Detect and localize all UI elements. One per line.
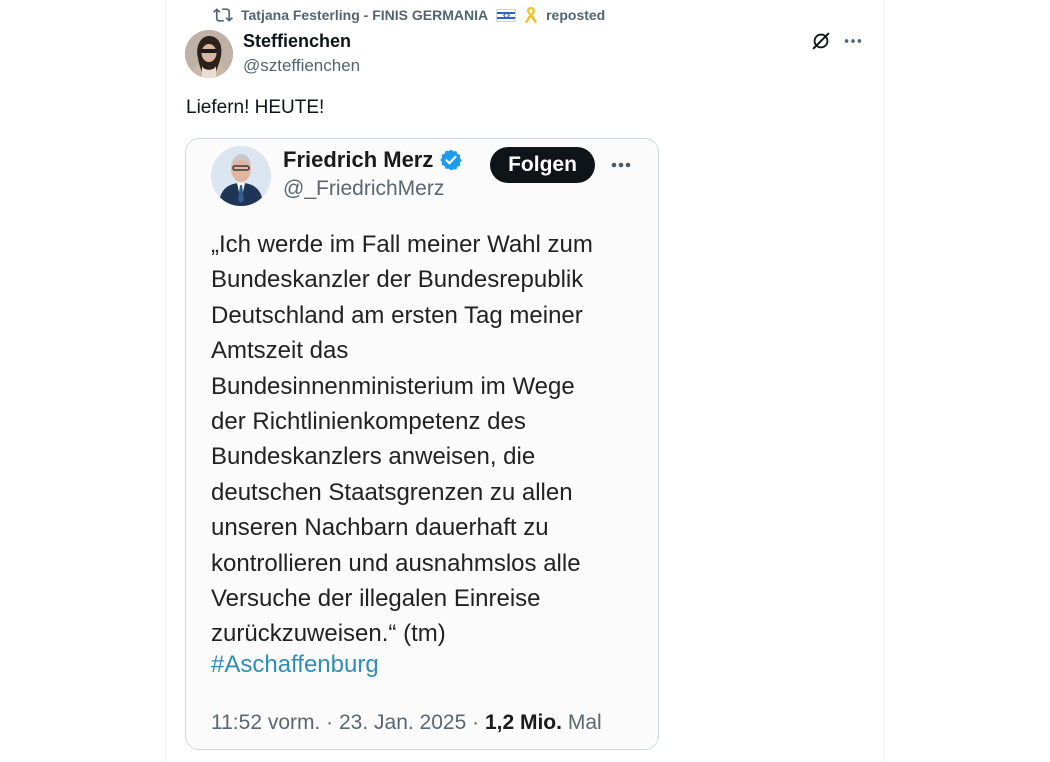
yellow-ribbon-icon <box>525 7 538 24</box>
quote-line: der Richtlinienkompetenz des <box>211 408 526 436</box>
meta-separator: · <box>472 711 485 734</box>
israel-flag-icon <box>496 8 517 22</box>
quote-line: Bundeskanzlers anweisen, die <box>211 443 536 471</box>
quote-line: Versuche der illegalen Einreise <box>211 585 541 613</box>
quote-line: Bundesinnenministerium im Wege <box>211 372 575 400</box>
follow-button: Folgen <box>490 147 595 183</box>
embedded-views-label: Mal <box>567 711 602 734</box>
embedded-date: 23. Jan. 2025 <box>339 711 467 734</box>
repost-icon <box>213 8 233 22</box>
timeline-left-border <box>165 0 166 762</box>
author-handle[interactable]: @szteffienchen <box>243 56 360 76</box>
embedded-image-post[interactable]: Friedrich Merz @_FriedrichMerz Folgen „I… <box>185 138 659 750</box>
quote-line: Amtszeit das <box>211 337 349 365</box>
embedded-views-count: 1,2 Mio. <box>484 711 562 734</box>
repost-context[interactable]: Tatjana Festerling - FINIS GERMANIA repo… <box>213 5 605 25</box>
grok-icon[interactable] <box>810 30 832 52</box>
embedded-author-name: Friedrich Merz <box>283 147 434 172</box>
embedded-post-meta: 11:52 vorm. · 23. Jan. 2025 · 1,2 Mio. M… <box>211 711 602 735</box>
embedded-author-name-row: Friedrich Merz <box>283 147 463 173</box>
quote-line: „Ich werde im Fall meiner Wahl zum <box>211 231 593 258</box>
verified-badge-icon <box>440 149 463 171</box>
quote-line: unseren Nachbarn dauerhaft zu <box>211 514 549 542</box>
author-name[interactable]: Steffienchen <box>243 31 351 52</box>
avatar-photo <box>185 30 233 78</box>
embedded-time: 11:52 vorm. <box>211 711 321 734</box>
quote-line: zurückzuweisen.“ (tm) <box>211 620 446 648</box>
repost-label: reposted <box>546 7 606 23</box>
quote-line: Deutschland am ersten Tag meiner <box>211 301 583 329</box>
quote-text: „Ich werde im Fall meiner Wahl zum Bunde… <box>211 227 641 652</box>
embedded-author-handle: @_FriedrichMerz <box>283 177 445 200</box>
embedded-avatar-photo <box>211 146 271 206</box>
more-icon[interactable] <box>842 30 864 52</box>
meta-separator: · <box>326 711 339 734</box>
embedded-more-icon <box>611 162 631 168</box>
quote-line: kontrollieren und ausnahmslos alle <box>211 549 581 577</box>
hashtag: #Aschaffenburg <box>211 651 379 678</box>
quote-line: deutschen Staatsgrenzen zu allen <box>211 478 573 506</box>
post-text: Liefern! HEUTE! <box>186 97 325 118</box>
author-avatar[interactable] <box>185 30 233 78</box>
quote-line: Bundeskanzler der Bundesrepublik <box>211 266 584 294</box>
embedded-author-avatar <box>211 146 271 206</box>
timeline-right-border <box>884 0 885 762</box>
reposter-name[interactable]: Tatjana Festerling - FINIS GERMANIA <box>241 7 488 23</box>
